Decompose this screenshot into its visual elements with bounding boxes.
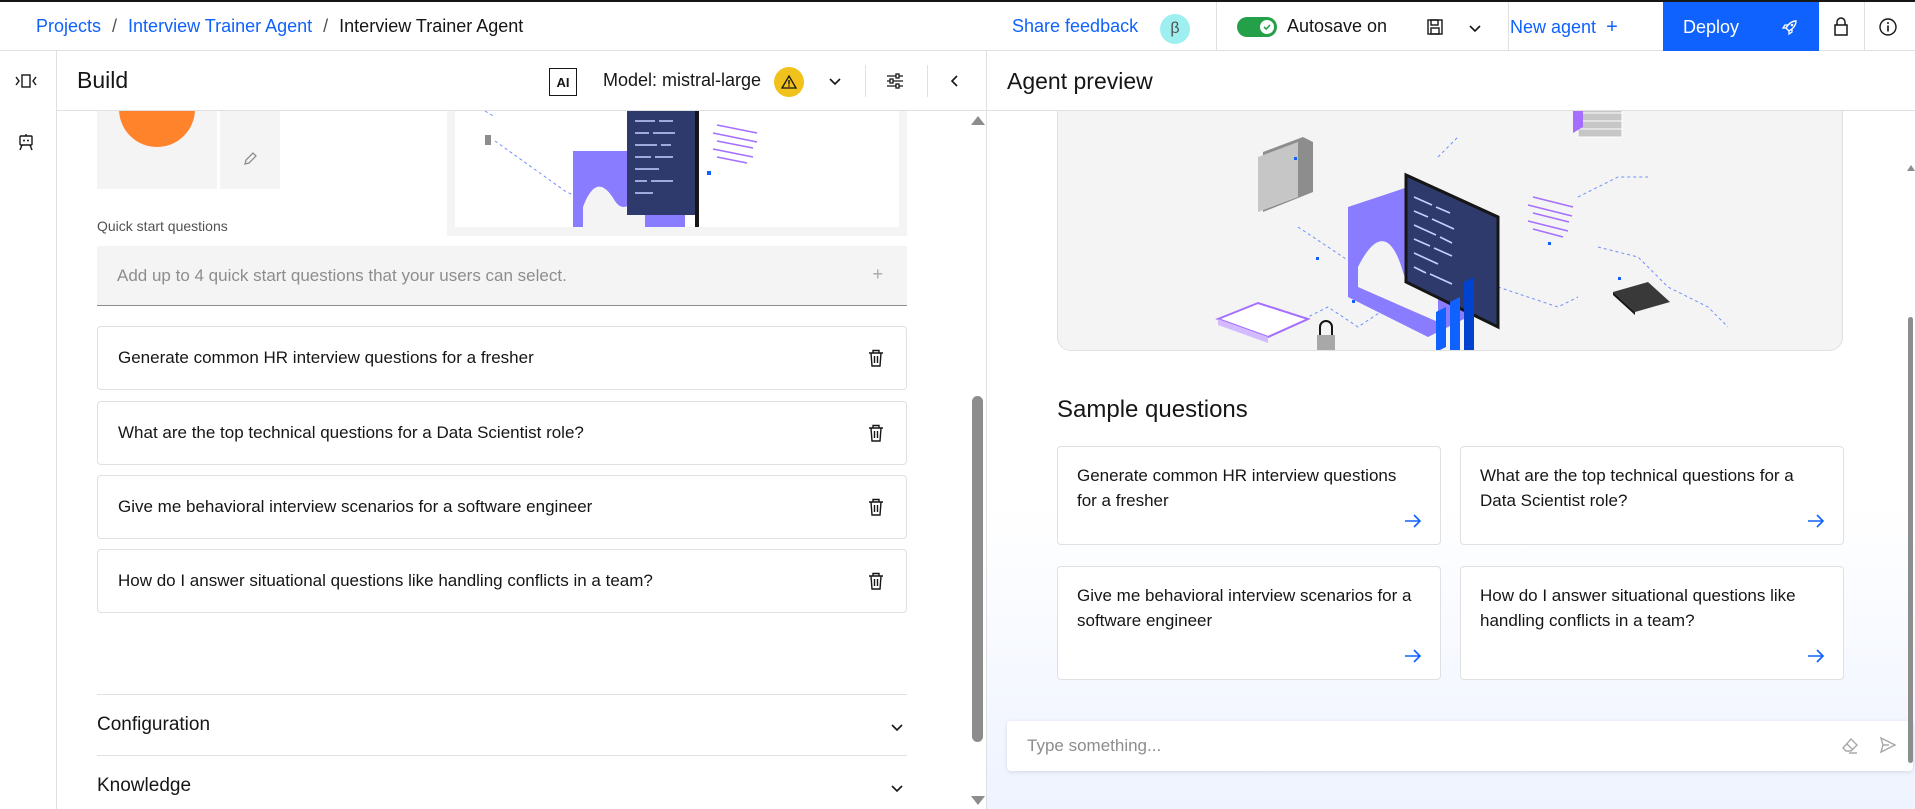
chevron-down-icon [891,785,903,793]
eraser-icon[interactable] [1841,736,1859,754]
rocket-icon [1781,20,1797,36]
preview-scrollbar[interactable] [1905,111,1915,763]
build-panel: Build AI Model: mistral-large Quick star… [57,51,986,809]
build-icon[interactable] [15,73,37,89]
sample-questions-title: Sample questions [1057,396,1248,423]
sample-question-card[interactable]: How do I answer situational questions li… [1460,566,1844,680]
scroll-up-arrow[interactable] [971,116,985,125]
arrow-right-icon [1405,649,1422,663]
question-text: How do I answer situational questions li… [118,571,653,590]
ai-badge: AI [549,68,577,96]
divider [865,65,866,97]
share-feedback-link[interactable]: Share feedback [1012,16,1138,37]
agent-image-picker[interactable] [447,111,907,236]
build-scrollbar[interactable] [972,396,983,742]
autosave-toggle[interactable] [1237,17,1277,37]
quick-question-item[interactable]: How do I answer situational questions li… [97,549,907,613]
chevron-down-icon[interactable] [827,73,843,89]
agent-hero-image [1057,96,1843,351]
accordion-title: Configuration [97,714,211,735]
breadcrumb-agent[interactable]: Interview Trainer Agent [128,16,312,37]
computer-illustration [484,111,758,227]
toggle-knob [1260,20,1274,34]
arrow-right-icon [1808,649,1825,663]
accordion-title: Knowledge [97,775,192,796]
question-text: Give me behavioral interview scenarios f… [118,497,593,516]
breadcrumb-projects[interactable]: Projects [36,16,101,37]
quick-start-label: Quick start questions [97,218,228,234]
breadcrumb-current: Interview Trainer Agent [339,16,524,36]
quick-question-item[interactable]: What are the top technical questions for… [97,401,907,465]
edit-avatar-button[interactable] [220,111,280,189]
sliders-icon[interactable] [885,71,905,91]
plus-icon: + [1606,16,1618,38]
knowledge-accordion[interactable]: Knowledge [97,755,907,809]
divider [1508,2,1509,51]
divider [1864,2,1865,51]
agent-preview-panel: Agent preview Sample questions Generate … [987,51,1915,809]
autosave-label: Autosave on [1287,16,1388,36]
illustration-crop [455,111,899,227]
breadcrumb-separator: / [323,16,329,36]
sample-question-text: Give me behavioral interview scenarios f… [1077,586,1412,630]
quick-start-input[interactable]: Add up to 4 quick start questions that y… [97,246,907,306]
scroll-thumb[interactable] [1908,317,1913,763]
configuration-accordion[interactable]: Configuration [97,694,907,755]
sample-question-text: Generate common HR interview questions f… [1077,466,1397,510]
lock-icon[interactable] [1833,17,1849,37]
trash-icon[interactable] [868,572,884,590]
send-icon[interactable] [1879,736,1897,754]
scroll-up-arrow[interactable] [1907,165,1915,171]
question-text: What are the top technical questions for… [118,423,584,442]
avatar-preview[interactable] [97,71,217,189]
sample-question-text: What are the top technical questions for… [1480,466,1794,510]
save-icon[interactable] [1426,18,1444,36]
edit-icon [244,152,257,165]
divider [927,65,928,97]
sample-question-card[interactable]: Generate common HR interview questions f… [1057,446,1441,545]
deploy-label: Deploy [1683,16,1740,37]
question-text: Generate common HR interview questions f… [118,348,534,367]
sample-question-text: How do I answer situational questions li… [1480,586,1796,630]
quick-start-placeholder: Add up to 4 quick start questions that y… [117,265,567,285]
preview-title: Agent preview [1007,68,1153,94]
add-question-icon[interactable]: + [872,264,883,285]
chevron-down-icon [891,724,903,732]
quick-question-item[interactable]: Give me behavioral interview scenarios f… [97,475,907,539]
build-title: Build [77,67,129,93]
preview-header: Agent preview [987,51,1915,111]
warning-icon[interactable] [774,67,804,97]
breadcrumb-separator: / [112,16,118,36]
breadcrumb: Projects / Interview Trainer Agent / Int… [36,2,523,51]
trash-icon[interactable] [868,349,884,367]
beta-badge[interactable]: β [1160,14,1190,44]
info-icon[interactable] [1879,18,1897,36]
chat-placeholder: Type something... [1027,736,1162,755]
scroll-down-arrow[interactable] [971,796,985,805]
arrow-right-icon [1405,514,1422,528]
divider [1216,2,1217,51]
agent-icon[interactable] [17,133,35,151]
trash-icon[interactable] [868,498,884,516]
sample-question-card[interactable]: What are the top technical questions for… [1460,446,1844,545]
new-agent-label: New agent [1510,17,1597,37]
chat-input[interactable]: Type something... [1007,721,1913,771]
chevron-down-icon[interactable] [1467,20,1483,36]
computer-illustration [1215,97,1729,350]
sample-question-card[interactable]: Give me behavioral interview scenarios f… [1057,566,1441,680]
chevron-left-icon[interactable] [947,73,963,89]
arrow-right-icon [1808,514,1825,528]
build-header: Build AI Model: mistral-large [57,51,986,111]
left-rail [0,51,57,809]
trash-icon[interactable] [868,424,884,442]
checkmark-icon [1263,24,1271,31]
deploy-button[interactable]: Deploy [1663,2,1819,52]
model-selector-label[interactable]: Model: mistral-large [603,70,761,91]
quick-question-item[interactable]: Generate common HR interview questions f… [97,326,907,390]
top-header: Projects / Interview Trainer Agent / Int… [0,0,1915,52]
new-agent-button[interactable]: New agent + [1510,16,1618,39]
